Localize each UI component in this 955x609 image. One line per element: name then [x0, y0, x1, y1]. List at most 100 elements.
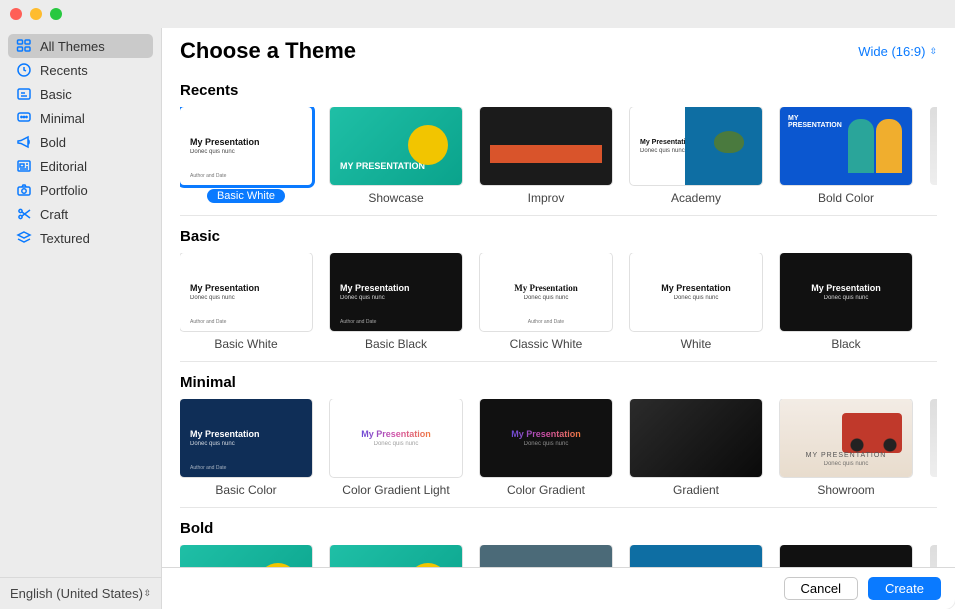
footer: Cancel Create: [162, 567, 955, 609]
theme-label: Showcase: [368, 191, 423, 205]
section-title: Recents: [180, 82, 937, 99]
sidebar-item-editorial[interactable]: Editorial: [8, 154, 153, 178]
layers-icon: [16, 230, 32, 246]
theme-card[interactable]: [480, 545, 612, 567]
newspaper-icon: [16, 158, 32, 174]
aspect-ratio-label: Wide (16:9): [858, 44, 925, 59]
section-title: Minimal: [180, 374, 937, 391]
theme-card[interactable]: undefinedundefinedAuthor and Date: [780, 545, 912, 567]
theme-thumbnail[interactable]: [330, 545, 462, 567]
theme-thumbnail[interactable]: My PresentationDonec quis nunc: [480, 399, 612, 477]
theme-label: Basic White: [207, 189, 285, 203]
sidebar-item-bold[interactable]: Bold: [8, 130, 153, 154]
sidebar-item-minimal[interactable]: Minimal: [8, 106, 153, 130]
sidebar-item-label: Textured: [40, 231, 90, 246]
clock-icon: [16, 62, 32, 78]
theme-card[interactable]: [630, 545, 762, 567]
chevron-updown-icon: ⇳: [929, 46, 937, 57]
section-title: Bold: [180, 520, 937, 537]
theme-card[interactable]: My PresentationDonec quis nuncAuthor and…: [180, 107, 312, 205]
theme-card[interactable]: My PresentationDonec quis nunc Black: [780, 253, 912, 351]
theme-label: Black: [831, 337, 860, 351]
sidebar-item-craft[interactable]: Craft: [8, 202, 153, 226]
sidebar-item-label: Editorial: [40, 159, 87, 174]
theme-label: Gradient: [673, 483, 719, 497]
theme-card[interactable]: My Presentation Improv: [480, 107, 612, 205]
sidebar-item-textured[interactable]: Textured: [8, 226, 153, 250]
theme-label: Color Gradient Light: [342, 483, 449, 497]
language-selector[interactable]: English (United States) ⇳: [0, 577, 161, 609]
zoom-icon[interactable]: [50, 8, 62, 20]
sidebar-item-portfolio[interactable]: Portfolio: [8, 178, 153, 202]
theme-thumbnail[interactable]: MY PRESENTATIONDonec quis nunc: [780, 399, 912, 477]
theme-card[interactable]: Gradient: [630, 399, 762, 497]
theme-card[interactable]: [180, 545, 312, 567]
theme-card[interactable]: My PresentationDonec quis nuncAuthor and…: [180, 253, 312, 351]
theme-label: Classic White: [510, 337, 583, 351]
message-icon: [16, 110, 32, 126]
theme-label: Bold Color: [818, 191, 874, 205]
theme-thumbnail[interactable]: [180, 545, 312, 567]
theme-thumbnail[interactable]: My PresentationDonec quis nuncAuthor and…: [180, 253, 312, 331]
megaphone-icon: [16, 134, 32, 150]
sidebar-item-basic[interactable]: Basic: [8, 82, 153, 106]
overflow-peek: [930, 399, 937, 477]
language-label: English (United States): [10, 586, 143, 601]
grid-icon: [16, 38, 32, 54]
theme-label: Basic Black: [365, 337, 427, 351]
sidebar-item-label: Portfolio: [40, 183, 88, 198]
scissors-icon: [16, 206, 32, 222]
create-button[interactable]: Create: [868, 577, 941, 600]
theme-label: White: [681, 337, 712, 351]
theme-thumbnail[interactable]: My Presentation: [480, 107, 612, 185]
theme-thumbnail[interactable]: My PresentationDonec quis nunc: [780, 253, 912, 331]
sidebar: All Themes Recents Basic Minimal Bold Ed…: [0, 28, 162, 609]
theme-label: Showroom: [817, 483, 874, 497]
theme-thumbnail[interactable]: My PresentationDonec quis nuncAuthor and…: [180, 399, 312, 477]
sidebar-item-label: Minimal: [40, 111, 85, 126]
theme-thumbnail[interactable]: [630, 399, 762, 477]
sidebar-item-label: Basic: [40, 87, 72, 102]
theme-card[interactable]: [330, 545, 462, 567]
page-title: Choose a Theme: [180, 38, 356, 64]
close-icon[interactable]: [10, 8, 22, 20]
cancel-button[interactable]: Cancel: [784, 577, 858, 600]
theme-thumbnail[interactable]: My PresentationDonec quis nunc: [630, 107, 762, 185]
theme-thumbnail[interactable]: undefinedundefinedAuthor and Date: [780, 545, 912, 567]
theme-card[interactable]: MY PRESENTATION Showcase: [330, 107, 462, 205]
theme-thumbnail[interactable]: MY PRESENTATION: [780, 107, 912, 185]
aspect-ratio-selector[interactable]: Wide (16:9) ⇳: [858, 44, 937, 59]
theme-label: Academy: [671, 191, 721, 205]
theme-thumbnail[interactable]: My PresentationDonec quis nuncAuthor and…: [330, 253, 462, 331]
sidebar-item-label: Craft: [40, 207, 68, 222]
overflow-peek: [930, 545, 937, 567]
camera-icon: [16, 182, 32, 198]
sidebar-item-recents[interactable]: Recents: [8, 58, 153, 82]
overflow-peek: [930, 107, 937, 185]
sidebar-item-all-themes[interactable]: All Themes: [8, 34, 153, 58]
theme-label: Basic Color: [215, 483, 276, 497]
theme-thumbnail[interactable]: [630, 545, 762, 567]
sidebar-item-label: Recents: [40, 63, 88, 78]
theme-card[interactable]: My PresentationDonec quis nuncAuthor and…: [180, 399, 312, 497]
chevron-updown-icon: ⇳: [143, 588, 151, 599]
theme-card[interactable]: My PresentationDonec quis nuncAuthor and…: [480, 253, 612, 351]
section-title: Basic: [180, 228, 937, 245]
theme-card[interactable]: MY PRESENTATIONDonec quis nunc Showroom: [780, 399, 912, 497]
theme-thumbnail[interactable]: MY PRESENTATION: [330, 107, 462, 185]
minimize-icon[interactable]: [30, 8, 42, 20]
theme-thumbnail[interactable]: My PresentationDonec quis nunc: [330, 399, 462, 477]
theme-card[interactable]: My PresentationDonec quis nuncColor Grad…: [480, 399, 612, 497]
theme-thumbnail[interactable]: [480, 545, 612, 567]
theme-thumbnail[interactable]: My PresentationDonec quis nuncAuthor and…: [180, 107, 312, 185]
theme-thumbnail[interactable]: My PresentationDonec quis nuncAuthor and…: [480, 253, 612, 331]
theme-card[interactable]: My PresentationDonec quis nunc White: [630, 253, 762, 351]
sidebar-item-label: Bold: [40, 135, 66, 150]
theme-label: Improv: [528, 191, 565, 205]
theme-thumbnail[interactable]: My PresentationDonec quis nunc: [630, 253, 762, 331]
theme-card[interactable]: My PresentationDonec quis nunc Academy: [630, 107, 762, 205]
theme-card[interactable]: MY PRESENTATION Bold Color: [780, 107, 912, 205]
theme-card[interactable]: My PresentationDonec quis nunc Color Grad…: [330, 399, 462, 497]
theme-card[interactable]: My PresentationDonec quis nuncAuthor and…: [330, 253, 462, 351]
text-icon: [16, 86, 32, 102]
